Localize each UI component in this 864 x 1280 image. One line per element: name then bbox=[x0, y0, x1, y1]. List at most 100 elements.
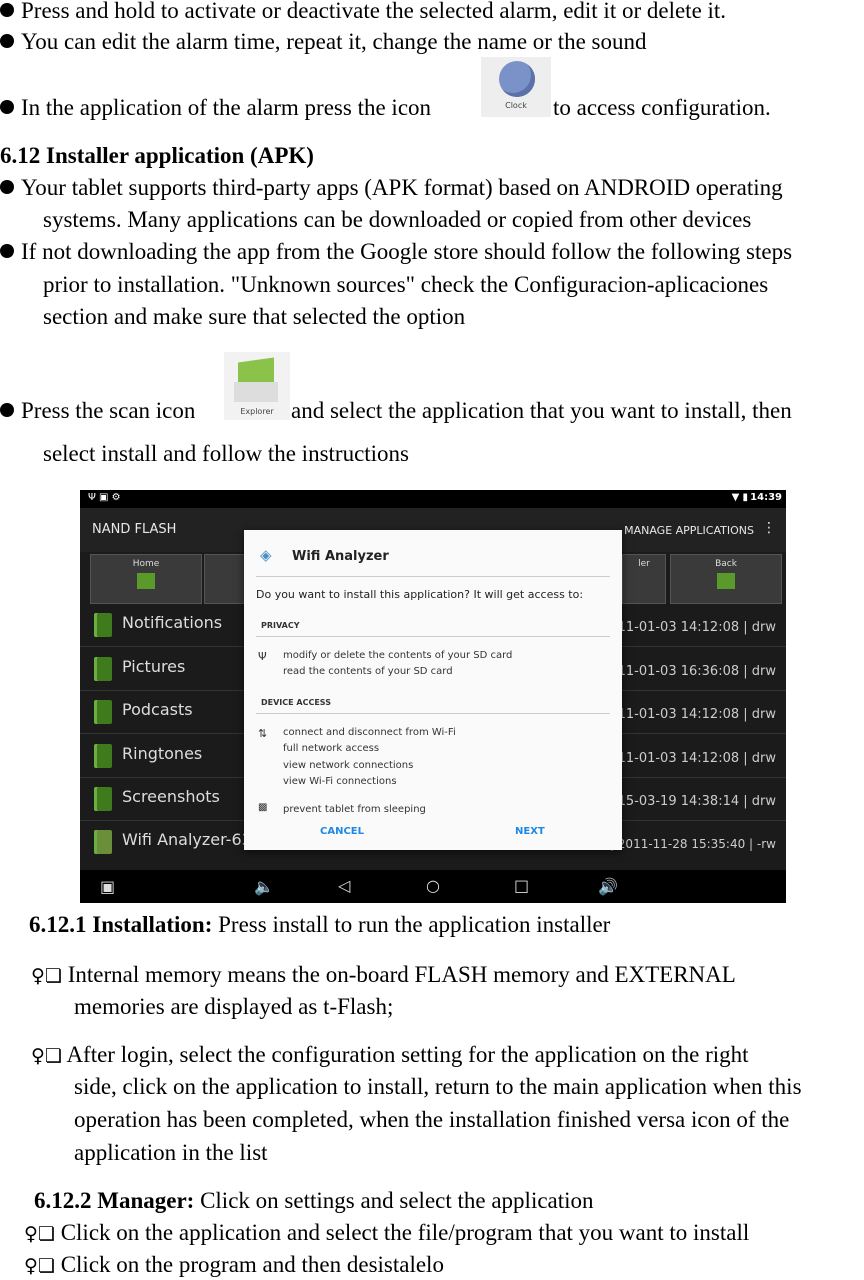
volume-up-icon[interactable]: 🔊 bbox=[598, 877, 618, 896]
permission-item: modify or delete the contents of your SD… bbox=[283, 650, 513, 661]
bullet-dot-icon bbox=[0, 3, 14, 17]
text: If not downloading the app from the Goog… bbox=[21, 239, 793, 264]
usb-icon: Ψ bbox=[258, 650, 267, 663]
text: Press and hold to activate or deactivate… bbox=[21, 0, 727, 23]
home-nav-icon[interactable]: ○ bbox=[426, 876, 440, 895]
folder-icon bbox=[94, 787, 112, 811]
app-title: NAND FLASH bbox=[92, 522, 177, 537]
next-button[interactable]: NEXT bbox=[515, 826, 545, 837]
bullet-scan-icon: Press the scan icon bbox=[0, 397, 195, 425]
bullet-dot-icon bbox=[0, 244, 14, 258]
label: ler bbox=[638, 559, 650, 569]
volume-down-icon[interactable]: 🔈 bbox=[254, 877, 274, 896]
status-bar: Ψ ▣ ⚙ ▼ ▮ 14:39 bbox=[80, 490, 786, 508]
explorer-app-icon: Explorer bbox=[224, 352, 290, 420]
text: prior to installation. "Unknown sources"… bbox=[43, 272, 769, 297]
text: select install and follow the instructio… bbox=[43, 441, 410, 466]
install-screenshot: Ψ ▣ ⚙ ▼ ▮ 14:39 NAND FLASH MANAGE APPLIC… bbox=[80, 490, 786, 903]
file-name: Podcasts bbox=[122, 700, 193, 719]
folder-icon bbox=[94, 613, 112, 637]
install-dialog: ◈ Wifi Analyzer Do you want to install t… bbox=[244, 530, 622, 850]
clock-app-icon: Clock bbox=[481, 57, 551, 117]
text: Internal memory means the on-board FLASH… bbox=[67, 962, 736, 987]
toolbar-button[interactable]: ler bbox=[622, 554, 666, 604]
network-icon: ⇅ bbox=[258, 727, 268, 740]
checkbox-marker-icon: ♀❏ bbox=[31, 1045, 62, 1067]
manage-applications-button[interactable]: MANAGE APPLICATIONS bbox=[624, 524, 754, 537]
bullet-alarm-edit: You can edit the alarm time, repeat it, … bbox=[0, 28, 647, 56]
permission-item: connect and disconnect from Wi-Fi bbox=[283, 727, 456, 738]
bullet-dot-icon bbox=[0, 403, 14, 417]
text: section and make sure that selected the … bbox=[43, 304, 466, 329]
file-name: Screenshots bbox=[122, 787, 220, 806]
nav-bar: ▣ 🔈 ◁ ○ □ 🔊 bbox=[80, 870, 786, 903]
toolbar-home-button[interactable]: Home bbox=[90, 554, 202, 604]
screenshot-icon[interactable]: ▣ bbox=[100, 877, 115, 896]
text: Click on settings and select the applica… bbox=[194, 1188, 594, 1213]
back-icon bbox=[717, 573, 735, 589]
usb-icon: Ψ ▣ ⚙ bbox=[88, 492, 121, 503]
overflow-menu-icon[interactable]: ⋮ bbox=[762, 520, 776, 536]
dialog-question: Do you want to install this application?… bbox=[256, 588, 584, 601]
bullet-dot-icon bbox=[0, 34, 14, 48]
text: Click on the program and then desistalel… bbox=[60, 1252, 444, 1277]
list-item: ♀❏ Internal memory means the on-board FL… bbox=[31, 961, 736, 990]
wifi-battery-icon: ▼ ▮ bbox=[731, 492, 748, 503]
apk-icon bbox=[94, 830, 112, 854]
checkbox-marker-icon: ♀❏ bbox=[24, 1255, 55, 1277]
list-item: ♀❏ After login, select the configuration… bbox=[31, 1041, 749, 1070]
section-6-12-1: 6.12.1 Installation: Press install to ru… bbox=[29, 911, 610, 939]
bullet-unknown-sources: If not downloading the app from the Goog… bbox=[0, 238, 792, 266]
text: You can edit the alarm time, repeat it, … bbox=[21, 29, 647, 54]
text: In the application of the alarm press th… bbox=[21, 95, 432, 120]
permission-item: view Wi-Fi connections bbox=[283, 776, 397, 787]
bullet-dot-icon bbox=[0, 180, 14, 194]
text: After login, select the configuration se… bbox=[66, 1042, 749, 1067]
text: Click on the application and select the … bbox=[60, 1220, 750, 1245]
home-icon bbox=[137, 573, 155, 589]
file-name: Ringtones bbox=[122, 744, 203, 763]
permission-item: full network access bbox=[283, 743, 380, 754]
device-access-header: DEVICE ACCESS bbox=[261, 698, 331, 707]
back-nav-icon[interactable]: ◁ bbox=[338, 876, 350, 895]
file-name: Pictures bbox=[122, 657, 186, 676]
file-name: Notifications bbox=[122, 613, 223, 632]
file-name: Wifi Analyzer-63 bbox=[122, 830, 252, 849]
section-6-12-2: 6.12.2 Manager: Click on settings and se… bbox=[34, 1187, 594, 1215]
recents-nav-icon[interactable]: □ bbox=[514, 876, 529, 895]
status-time: 14:39 bbox=[750, 492, 782, 503]
lock-icon: ▩ bbox=[258, 802, 268, 813]
section-heading-6-12: 6.12 Installer application (APK) bbox=[0, 143, 314, 168]
bullet-alarm-press: Press and hold to activate or deactivate… bbox=[0, 0, 726, 25]
bullet-dot-icon bbox=[0, 100, 14, 114]
bullet-clock-config: In the application of the alarm press th… bbox=[0, 94, 431, 122]
text: side, click on the application to instal… bbox=[74, 1074, 802, 1099]
text: and select the application that you want… bbox=[291, 398, 792, 423]
wifi-app-icon: ◈ bbox=[260, 546, 272, 564]
text: application in the list bbox=[74, 1140, 268, 1165]
dialog-app-name: Wifi Analyzer bbox=[292, 549, 389, 564]
permission-item: read the contents of your SD card bbox=[283, 666, 453, 677]
toolbar-button[interactable] bbox=[204, 554, 246, 604]
file-meta: 2015-03-19 14:38:14 | drw bbox=[601, 794, 776, 809]
list-item: ♀❏ Click on the program and then desista… bbox=[24, 1251, 444, 1280]
section-heading-6-12-1: 6.12.1 Installation: bbox=[29, 912, 213, 937]
folder-icon bbox=[94, 744, 112, 768]
checkbox-marker-icon: ♀❏ bbox=[24, 1223, 55, 1245]
permission-item: prevent tablet from sleeping bbox=[283, 804, 426, 815]
cancel-button[interactable]: CANCEL bbox=[320, 826, 364, 837]
permission-item: view network connections bbox=[283, 760, 414, 771]
folder-icon bbox=[94, 657, 112, 681]
file-meta: 2011-01-03 14:12:08 | drw bbox=[601, 620, 776, 635]
folder-icon bbox=[94, 700, 112, 724]
label: Home bbox=[132, 559, 160, 569]
toolbar-back-button[interactable]: Back bbox=[670, 554, 782, 604]
checkbox-marker-icon: ♀❏ bbox=[31, 965, 62, 987]
label: Back bbox=[715, 559, 737, 569]
bullet-apk-support: Your tablet supports third-party apps (A… bbox=[0, 174, 783, 202]
text: to access configuration. bbox=[553, 95, 771, 120]
explorer-icon-label: Explorer bbox=[240, 407, 274, 416]
text: Press the scan icon bbox=[21, 398, 196, 423]
file-meta: 2011-01-03 14:12:08 | drw bbox=[601, 707, 776, 722]
text: systems. Many applications can be downlo… bbox=[43, 207, 752, 232]
